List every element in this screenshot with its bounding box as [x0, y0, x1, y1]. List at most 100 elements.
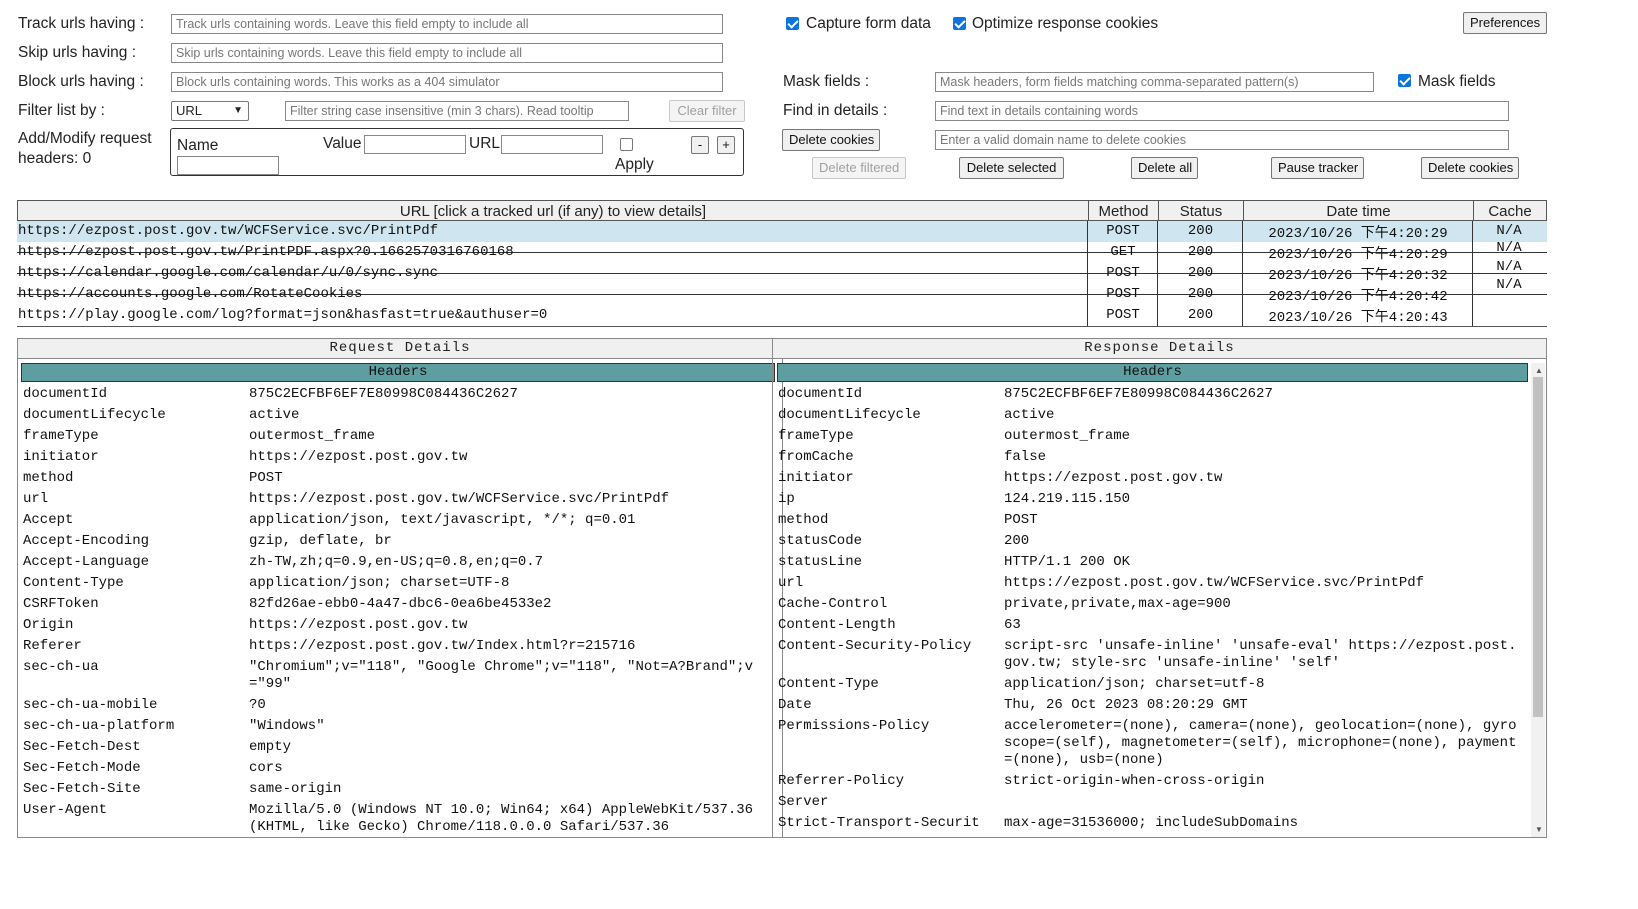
header-value-input[interactable] — [364, 135, 466, 154]
apply-label: Apply — [615, 156, 654, 173]
header-value: private,private,max-age=900 — [1004, 596, 1231, 612]
header-key: method — [778, 512, 829, 528]
header-value: 82fd26ae-ebb0-4a47-dbc6-0ea6be4533e2 — [249, 596, 552, 612]
header-key: Sec-Fetch-Mode — [23, 760, 141, 776]
request-details-title: Request Details — [18, 339, 782, 359]
header-value: 124.219.115.150 — [1004, 491, 1131, 507]
header-key: Content-Type — [23, 575, 124, 591]
mask-fields-check-label: Mask fields — [1418, 73, 1496, 90]
add-header-button[interactable]: + — [717, 136, 735, 154]
table-row[interactable]: https://play.google.com/log?format=json&… — [17, 305, 1547, 326]
capture-form-checkbox[interactable] — [786, 17, 799, 30]
url-label: URL — [469, 135, 501, 152]
track-urls-input[interactable] — [171, 14, 723, 34]
header-name-input[interactable] — [177, 156, 279, 175]
table-row[interactable]: https://ezpost.post.gov.tw/WCFService.sv… — [17, 221, 1547, 242]
row-status: 200 — [1187, 223, 1214, 239]
preferences-button[interactable]: Preferences — [1463, 12, 1547, 34]
request-details-panel: Request Details Headers documentId 875C2E… — [17, 338, 783, 838]
delete-all-button[interactable]: Delete all — [1131, 157, 1198, 179]
row-cache: N/A — [1496, 277, 1522, 293]
header-value: application/json; charset=UTF-8 — [249, 575, 510, 591]
delete-selected-button[interactable]: Delete selected — [959, 157, 1064, 179]
header-key: frameType — [778, 428, 854, 444]
filter-select[interactable]: URL ▼ — [171, 101, 249, 121]
header-value: POST — [1004, 512, 1038, 528]
scrollbar-thumb[interactable] — [1533, 377, 1543, 717]
row-url[interactable]: https://ezpost.post.gov.tw/PrintPDF.aspx… — [18, 242, 1086, 263]
header-key: Cache-Control — [778, 596, 888, 612]
row-method: GET — [1110, 244, 1136, 260]
scroll-down-icon[interactable]: ▼ — [1535, 825, 1543, 834]
block-urls-input[interactable] — [171, 72, 723, 92]
row-url[interactable]: https://play.google.com/log?format=json&… — [18, 305, 1086, 326]
clear-filter-button[interactable]: Clear filter — [669, 100, 745, 122]
header-key: Sec-Fetch-Site — [23, 781, 141, 797]
col-datetime-header[interactable]: Date time — [1244, 201, 1474, 220]
header-key: documentLifecycle — [778, 407, 921, 423]
mask-fields-label: Mask fields : — [783, 73, 870, 90]
header-value: https://ezpost.post.gov.tw/WCFService.sv… — [1004, 575, 1425, 591]
header-value: https://ezpost.post.gov.tw — [1004, 470, 1223, 486]
add-modify-label: Add/Modify request — [18, 130, 152, 147]
remove-header-button[interactable]: - — [691, 136, 709, 154]
response-details-title: Response Details — [773, 339, 1546, 359]
pause-tracker-button[interactable]: Pause tracker — [1271, 157, 1364, 179]
request-headers-bar[interactable]: Headers — [21, 363, 775, 382]
header-value: "Windows" — [249, 718, 325, 734]
header-key: Accept-Encoding — [23, 533, 150, 549]
col-status-header[interactable]: Status — [1159, 201, 1244, 220]
header-key: initiator — [23, 449, 99, 465]
mask-fields-input[interactable] — [935, 72, 1374, 92]
row-status: 200 — [1187, 265, 1214, 281]
header-key: frameType — [23, 428, 99, 444]
cookie-domain-input[interactable] — [935, 130, 1509, 150]
skip-urls-label: Skip urls having : — [18, 44, 137, 61]
header-value: https://ezpost.post.gov.tw — [249, 449, 468, 465]
row-cache — [1473, 305, 1545, 326]
header-value: HTTP/1.1 200 OK — [1004, 554, 1131, 570]
header-key: Content-Length — [778, 617, 896, 633]
col-method-header[interactable]: Method — [1089, 201, 1159, 220]
header-key: statusCode — [778, 533, 863, 549]
response-headers-bar[interactable]: Headers — [777, 363, 1528, 382]
header-key: statusLine — [778, 554, 863, 570]
header-value: 63 — [1004, 617, 1021, 633]
find-details-input[interactable] — [935, 101, 1509, 121]
header-key: Origin — [23, 617, 74, 633]
row-url[interactable]: https://ezpost.post.gov.tw/WCFService.sv… — [18, 221, 1086, 242]
delete-cookies-button[interactable]: Delete cookies — [782, 129, 880, 151]
header-value: cors — [249, 760, 283, 776]
table-row[interactable]: https://ezpost.post.gov.tw/PrintPDF.aspx… — [17, 240, 1547, 263]
row-url[interactable]: https://calendar.google.com/calendar/u/0… — [18, 263, 1086, 284]
header-key: documentId — [23, 386, 108, 402]
scroll-up-icon[interactable]: ▲ — [1535, 366, 1543, 375]
header-key: documentLifecycle — [23, 407, 166, 423]
table-row[interactable]: https://calendar.google.com/calendar/u/0… — [17, 259, 1547, 284]
row-url[interactable]: https://accounts.google.com/RotateCookie… — [18, 284, 1086, 305]
col-cache-header[interactable]: Cache — [1474, 201, 1546, 220]
mask-fields-checkbox[interactable] — [1398, 74, 1411, 87]
table-header: URL [click a tracked url (if any) to vie… — [17, 200, 1547, 221]
header-key: url — [778, 575, 804, 591]
filter-string-input[interactable] — [285, 101, 629, 121]
response-scrollbar[interactable]: ▲ ▼ — [1531, 363, 1545, 837]
row-method: POST — [1106, 307, 1140, 323]
header-value: active — [1004, 407, 1055, 423]
response-details-panel: Response Details Headers documentId 875C2… — [772, 338, 1547, 838]
column-divider — [1472, 221, 1473, 326]
optimize-cookies-checkbox[interactable] — [953, 17, 966, 30]
skip-urls-input[interactable] — [171, 43, 723, 63]
header-key: ip — [778, 491, 795, 507]
row-status: 200 — [1187, 286, 1214, 302]
table-row[interactable]: https://accounts.google.com/RotateCookie… — [17, 277, 1547, 305]
header-value: active — [249, 407, 300, 423]
header-url-input[interactable] — [501, 135, 603, 154]
apply-checkbox[interactable] — [620, 138, 633, 151]
delete-filtered-button[interactable]: Delete filtered — [812, 157, 906, 179]
header-value: 875C2ECFBF6EF7E80998C084436C2627 — [249, 386, 518, 402]
filter-select-value: URL — [176, 103, 203, 118]
col-url-header[interactable]: URL [click a tracked url (if any) to vie… — [18, 201, 1089, 220]
find-details-label: Find in details : — [783, 102, 888, 119]
delete-cookies-bottom-button[interactable]: Delete cookies — [1421, 157, 1519, 179]
